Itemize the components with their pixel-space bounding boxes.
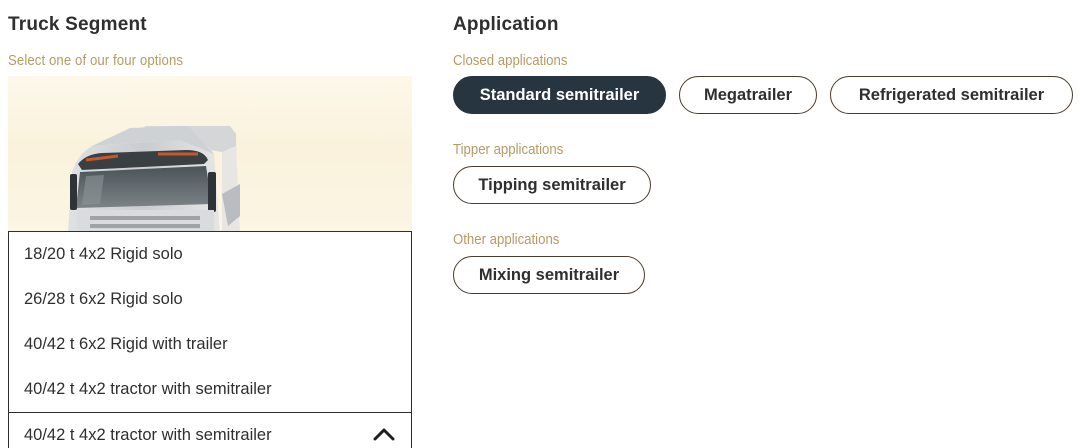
truck-segment-title: Truck Segment <box>8 14 147 35</box>
application-title: Application <box>453 14 559 35</box>
dropdown-option[interactable]: 40/42 t 6x2 Rigid with trailer <box>9 322 411 367</box>
dropdown-option[interactable]: 26/28 t 6x2 Rigid solo <box>9 277 411 322</box>
truck-image <box>8 76 412 232</box>
chevron-up-icon[interactable] <box>373 427 395 441</box>
selected-value: 40/42 t 4x2 tractor with semitrailer <box>24 426 272 444</box>
truck-segment-subtitle: Select one of our four options <box>8 52 184 69</box>
other-applications-label: Other applications <box>453 231 560 248</box>
closed-applications-label: Closed applications <box>453 52 568 69</box>
truck-segment-select[interactable]: 40/42 t 4x2 tractor with semitrailer <box>8 412 412 448</box>
chip-refrigerated-semitrailer[interactable]: Refrigerated semitrailer <box>830 76 1073 114</box>
chip-mixing-semitrailer[interactable]: Mixing semitrailer <box>453 256 645 294</box>
chip-tipping-semitrailer[interactable]: Tipping semitrailer <box>453 166 651 204</box>
chip-standard-semitrailer[interactable]: Standard semitrailer <box>453 76 666 114</box>
application-panel: Application Closed applications Standard… <box>453 0 1073 448</box>
truck-segment-panel: Truck Segment Select one of our four opt… <box>8 0 412 448</box>
truck-segment-dropdown-list: 18/20 t 4x2 Rigid solo 26/28 t 6x2 Rigid… <box>8 231 412 414</box>
dropdown-option[interactable]: 18/20 t 4x2 Rigid solo <box>9 232 411 277</box>
truck-configurator: Truck Segment Select one of our four opt… <box>0 0 1080 448</box>
tipper-applications-label: Tipper applications <box>453 141 564 158</box>
dropdown-option[interactable]: 40/42 t 4x2 tractor with semitrailer <box>9 367 411 412</box>
chip-megatrailer[interactable]: Megatrailer <box>679 76 817 114</box>
